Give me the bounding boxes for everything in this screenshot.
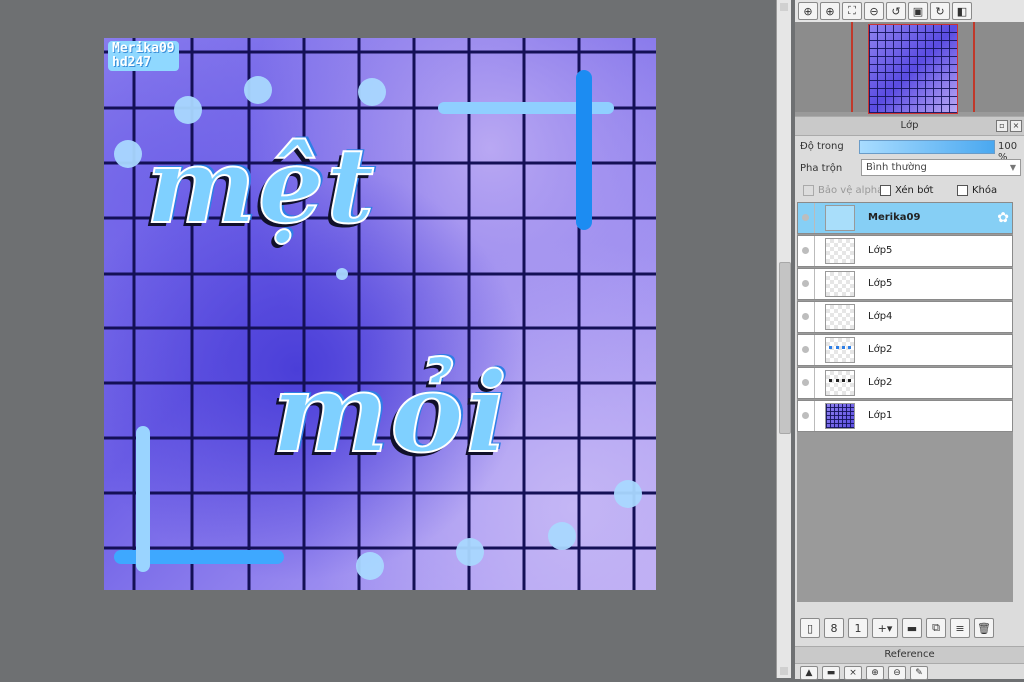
- layer-item-lop1[interactable]: Lớp1: [797, 400, 1013, 432]
- layer-thumbnail: [825, 304, 855, 330]
- layer-name: Lớp1: [868, 410, 893, 421]
- layer-name: Merika09: [868, 212, 921, 223]
- flip-icon[interactable]: ◧: [952, 2, 972, 20]
- zoom-out-icon[interactable]: ⊖: [864, 2, 884, 20]
- signature: Merika09 hd247: [108, 41, 179, 71]
- layer-thumbnail: [825, 370, 855, 396]
- protect-alpha-label: Bảo vệ alpha: [818, 185, 884, 196]
- layer-name: Lớp2: [868, 344, 893, 355]
- zoom-fit-icon[interactable]: ⊕: [798, 2, 818, 20]
- lock-checkbox[interactable]: Khóa: [957, 185, 997, 196]
- layer-panel-header: Lớp ▫ ×: [795, 117, 1024, 136]
- layer-name: Lớp2: [868, 377, 893, 388]
- reference-panel-title: Reference: [884, 649, 935, 660]
- scroll-up-icon[interactable]: [780, 3, 788, 11]
- artwork-word-2: mỏi: [271, 347, 510, 478]
- fit-window-icon[interactable]: ▣: [908, 2, 928, 20]
- rotate-left-icon[interactable]: ↺: [886, 2, 906, 20]
- visibility-toggle-icon[interactable]: [798, 269, 815, 299]
- layer-item-merika09[interactable]: Merika09 ✿: [797, 202, 1013, 234]
- options-row: Bảo vệ alpha Xén bớt Khóa: [795, 180, 1024, 202]
- opacity-slider[interactable]: [859, 140, 995, 154]
- layer-item-lop2[interactable]: Lớp2: [797, 334, 1013, 366]
- navigator-view-right: [973, 22, 975, 112]
- panel-close-icon[interactable]: ×: [1010, 120, 1022, 132]
- layer-thumbnail: [825, 271, 855, 297]
- layer-thumbnail: [825, 403, 855, 429]
- layer-item-lop2[interactable]: Lớp2: [797, 367, 1013, 399]
- rotate-right-icon[interactable]: ↻: [930, 2, 950, 20]
- frame-left-bar: [136, 426, 150, 572]
- visibility-toggle-icon[interactable]: [798, 368, 815, 398]
- navigator-toolbar: ⊕ ⊕ ⛶ ⊖ ↺ ▣ ↻ ◧: [795, 0, 1024, 23]
- frame-right-bar: [576, 70, 592, 230]
- new-layer-icon[interactable]: ▯: [800, 618, 820, 638]
- gear-icon[interactable]: ✿: [997, 210, 1009, 226]
- duplicate-layer-icon[interactable]: ⧉: [926, 618, 946, 638]
- layer-panel: Lớp ▫ × Độ trong 100 % Pha trộn Bình thư…: [795, 116, 1024, 647]
- blend-mode-select[interactable]: Bình thường ▼: [861, 159, 1021, 176]
- blend-row: Pha trộn Bình thường ▼: [795, 158, 1024, 180]
- blend-label: Pha trộn: [800, 163, 843, 174]
- checkbox-box: [957, 185, 968, 196]
- navigator-view-left: [851, 22, 853, 112]
- folder-icon[interactable]: ▬: [902, 618, 922, 638]
- layer-item-lop5[interactable]: Lớp5: [797, 268, 1013, 300]
- panel-float-icon[interactable]: ▫: [996, 120, 1008, 132]
- reference-toolbar: ▲ ▬ × ⊕ ⊖ ✎: [795, 664, 1024, 682]
- layer-panel-title: Lớp: [900, 120, 919, 131]
- layer-item-lop4[interactable]: Lớp4: [797, 301, 1013, 333]
- opacity-label: Độ trong: [800, 141, 844, 152]
- drawing-canvas[interactable]: Merika09 hd247 mệt mỏi: [104, 38, 656, 590]
- new-8bit-layer-icon[interactable]: 8: [824, 618, 844, 638]
- layer-name: Lớp5: [868, 245, 893, 256]
- checkbox-box: [880, 185, 891, 196]
- visibility-toggle-icon[interactable]: [798, 236, 815, 266]
- signature-line2: hd247: [112, 55, 152, 70]
- layer-name: Lớp4: [868, 311, 893, 322]
- lock-label: Khóa: [972, 185, 998, 196]
- layer-item-lop5[interactable]: Lớp5: [797, 235, 1013, 267]
- fit-screen-icon[interactable]: ⛶: [842, 2, 862, 20]
- add-layer-menu-icon[interactable]: +▾: [872, 618, 898, 638]
- opacity-row: Độ trong 100 %: [795, 136, 1024, 163]
- visibility-toggle-icon[interactable]: [798, 203, 815, 233]
- visibility-toggle-icon[interactable]: [798, 401, 815, 431]
- scroll-down-icon[interactable]: [780, 667, 788, 675]
- artwork-word-1: mệt: [145, 124, 377, 247]
- layer-list: Merika09 ✿ Lớp5 Lớp5 Lớp4 Lớp2 Lớp2 Lớp1: [797, 202, 1013, 602]
- canvas-vertical-scrollbar[interactable]: [776, 0, 791, 678]
- clipping-checkbox[interactable]: Xén bớt: [880, 185, 933, 196]
- chevron-down-icon: ▼: [1009, 163, 1016, 172]
- zoom-in-icon[interactable]: ⊕: [820, 2, 840, 20]
- layer-name: Lớp5: [868, 278, 893, 289]
- canvas-artwork: [104, 38, 656, 590]
- layer-thumbnail: [825, 205, 855, 231]
- protect-alpha-checkbox[interactable]: Bảo vệ alpha: [803, 185, 883, 196]
- new-1bit-layer-icon[interactable]: 1: [848, 618, 868, 638]
- delete-layer-icon[interactable]: 🗑: [974, 618, 994, 638]
- signature-line1: Merika09: [112, 41, 175, 56]
- visibility-toggle-icon[interactable]: [798, 302, 815, 332]
- blend-mode-value: Bình thường: [866, 162, 927, 173]
- right-panel: ⊕ ⊕ ⛶ ⊖ ↺ ▣ ↻ ◧ Lớp ▫ × Độ trong 100 % P…: [795, 0, 1024, 682]
- layer-thumbnail: [825, 337, 855, 363]
- scrollbar-thumb[interactable]: [779, 262, 791, 434]
- layer-thumbnail: [825, 238, 855, 264]
- visibility-toggle-icon[interactable]: [798, 335, 815, 365]
- clipping-label: Xén bớt: [895, 185, 934, 196]
- layer-toolbar: ▯ 8 1 +▾ ▬ ⧉ ≡ 🗑: [795, 615, 1024, 641]
- navigator-preview[interactable]: [795, 22, 1024, 114]
- merge-layer-icon[interactable]: ≡: [950, 618, 970, 638]
- navigator-thumbnail: [868, 24, 958, 114]
- checkbox-box: [803, 185, 814, 196]
- reference-panel-header: Reference: [795, 647, 1024, 664]
- reference-panel: Reference ▲ ▬ × ⊕ ⊖ ✎: [795, 646, 1024, 682]
